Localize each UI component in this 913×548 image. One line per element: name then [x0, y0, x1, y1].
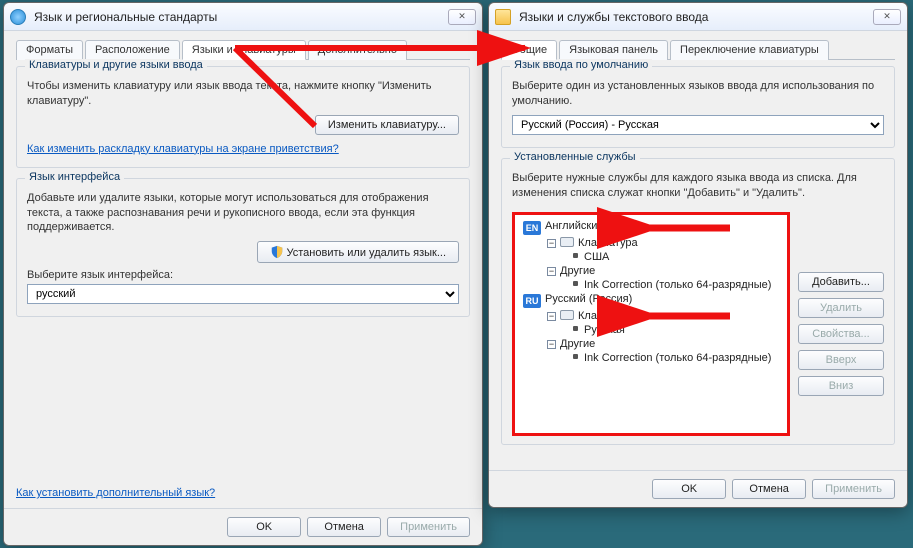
default-input-group: Язык ввода по умолчанию Выберите один из… [501, 66, 895, 148]
en-badge-icon: EN [523, 221, 541, 235]
add-button[interactable]: Добавить... [798, 272, 884, 292]
install-additional-lang-link[interactable]: Как установить дополнительный язык? [16, 487, 215, 499]
install-uninstall-lang-button[interactable]: Установить или удалить язык... [257, 241, 460, 263]
tab-key-switch[interactable]: Переключение клавиатуры [670, 40, 829, 60]
collapse-icon[interactable]: − [547, 312, 556, 321]
ui-language-group: Язык интерфейса Добавьте или удалите язы… [16, 178, 470, 318]
collapse-icon[interactable]: − [547, 239, 556, 248]
languages-tree[interactable]: ENАнглийский (США) −Клавиатура США −Друг… [512, 212, 790, 436]
tab-formats[interactable]: Форматы [16, 40, 83, 60]
window-title-right: Языки и службы текстового ввода [515, 10, 873, 24]
text-input-services-window: Языки и службы текстового ввода ✕ Общие … [488, 2, 908, 508]
bullet-icon [573, 326, 578, 331]
close-icon[interactable]: ✕ [448, 9, 476, 25]
tree-en-other[interactable]: −Другие [519, 264, 783, 278]
tab-keyboards-languages[interactable]: Языки и клавиатуры [182, 40, 306, 60]
ui-language-group-title: Язык интерфейса [25, 171, 124, 183]
tab-language-bar[interactable]: Языковая панель [559, 40, 668, 60]
tree-ru-other-item[interactable]: Ink Correction (только 64-разрядные) [519, 351, 783, 365]
welcome-layout-link[interactable]: Как изменить раскладку клавиатуры на экр… [27, 143, 339, 155]
default-input-group-title: Язык ввода по умолчанию [510, 59, 652, 71]
cancel-button-right[interactable]: Отмена [732, 479, 806, 499]
tab-additional[interactable]: Дополнительно [308, 40, 407, 60]
folder-icon [495, 9, 511, 25]
bottom-bar-left: OK Отмена Применить [4, 508, 482, 545]
keyboards-group: Клавиатуры и другие языки ввода Чтобы из… [16, 66, 470, 168]
tabs-right: Общие Языковая панель Переключение клави… [501, 39, 895, 60]
ui-language-group-desc: Добавьте или удалите языки, которые могу… [27, 191, 459, 236]
titlebar-right[interactable]: Языки и службы текстового ввода ✕ [489, 3, 907, 31]
region-language-window: Язык и региональные стандарты ✕ Форматы … [3, 2, 483, 546]
tab-location[interactable]: Расположение [85, 40, 180, 60]
ok-button-left[interactable]: OK [227, 517, 301, 537]
apply-button-left[interactable]: Применить [387, 517, 470, 537]
keyboard-icon [560, 310, 574, 320]
keyboard-icon [560, 237, 574, 247]
titlebar-left[interactable]: Язык и региональные стандарты ✕ [4, 3, 482, 31]
keyboards-group-desc: Чтобы изменить клавиатуру или язык ввода… [27, 79, 459, 109]
keyboards-group-title: Клавиатуры и другие языки ввода [25, 59, 207, 71]
tree-ru-root[interactable]: RUРусский (Россия) [519, 292, 783, 309]
installed-services-group-title: Установленные службы [510, 151, 640, 163]
collapse-icon[interactable]: − [547, 267, 556, 276]
tree-en-other-item[interactable]: Ink Correction (только 64-разрядные) [519, 278, 783, 292]
default-input-select[interactable]: Русский (Россия) - Русская [512, 115, 884, 135]
tabs-left: Форматы Расположение Языки и клавиатуры … [16, 39, 470, 60]
properties-button[interactable]: Свойства... [798, 324, 884, 344]
window-title-left: Язык и региональные стандарты [30, 10, 448, 24]
installed-services-group: Установленные службы Выберите нужные слу… [501, 158, 895, 446]
tree-en-keyboard-item[interactable]: США [519, 250, 783, 264]
down-button[interactable]: Вниз [798, 376, 884, 396]
shield-icon [270, 245, 284, 259]
remove-button[interactable]: Удалить [798, 298, 884, 318]
tree-en-root[interactable]: ENАнглийский (США) [519, 219, 783, 236]
ru-badge-icon: RU [523, 294, 541, 308]
ui-language-select[interactable]: русский [27, 284, 459, 304]
bullet-icon [573, 354, 578, 359]
installed-services-group-desc: Выберите нужные службы для каждого языка… [512, 171, 884, 201]
tab-general[interactable]: Общие [501, 40, 557, 60]
change-keyboard-button[interactable]: Изменить клавиатуру... [315, 115, 459, 135]
tree-ru-other[interactable]: −Другие [519, 337, 783, 351]
bullet-icon [573, 281, 578, 286]
tree-en-keyboard[interactable]: −Клавиатура [519, 236, 783, 250]
ok-button-right[interactable]: OK [652, 479, 726, 499]
globe-icon [10, 9, 26, 25]
bottom-bar-right: OK Отмена Применить [489, 470, 907, 507]
default-input-group-desc: Выберите один из установленных языков вв… [512, 79, 884, 109]
collapse-icon[interactable]: − [547, 340, 556, 349]
ui-language-select-label: Выберите язык интерфейса: [27, 269, 459, 281]
close-icon[interactable]: ✕ [873, 9, 901, 25]
up-button[interactable]: Вверх [798, 350, 884, 370]
bullet-icon [573, 253, 578, 258]
tree-ru-keyboard-item[interactable]: Русская [519, 323, 783, 337]
tree-ru-keyboard[interactable]: −Клавиатура [519, 309, 783, 323]
apply-button-right[interactable]: Применить [812, 479, 895, 499]
cancel-button-left[interactable]: Отмена [307, 517, 381, 537]
